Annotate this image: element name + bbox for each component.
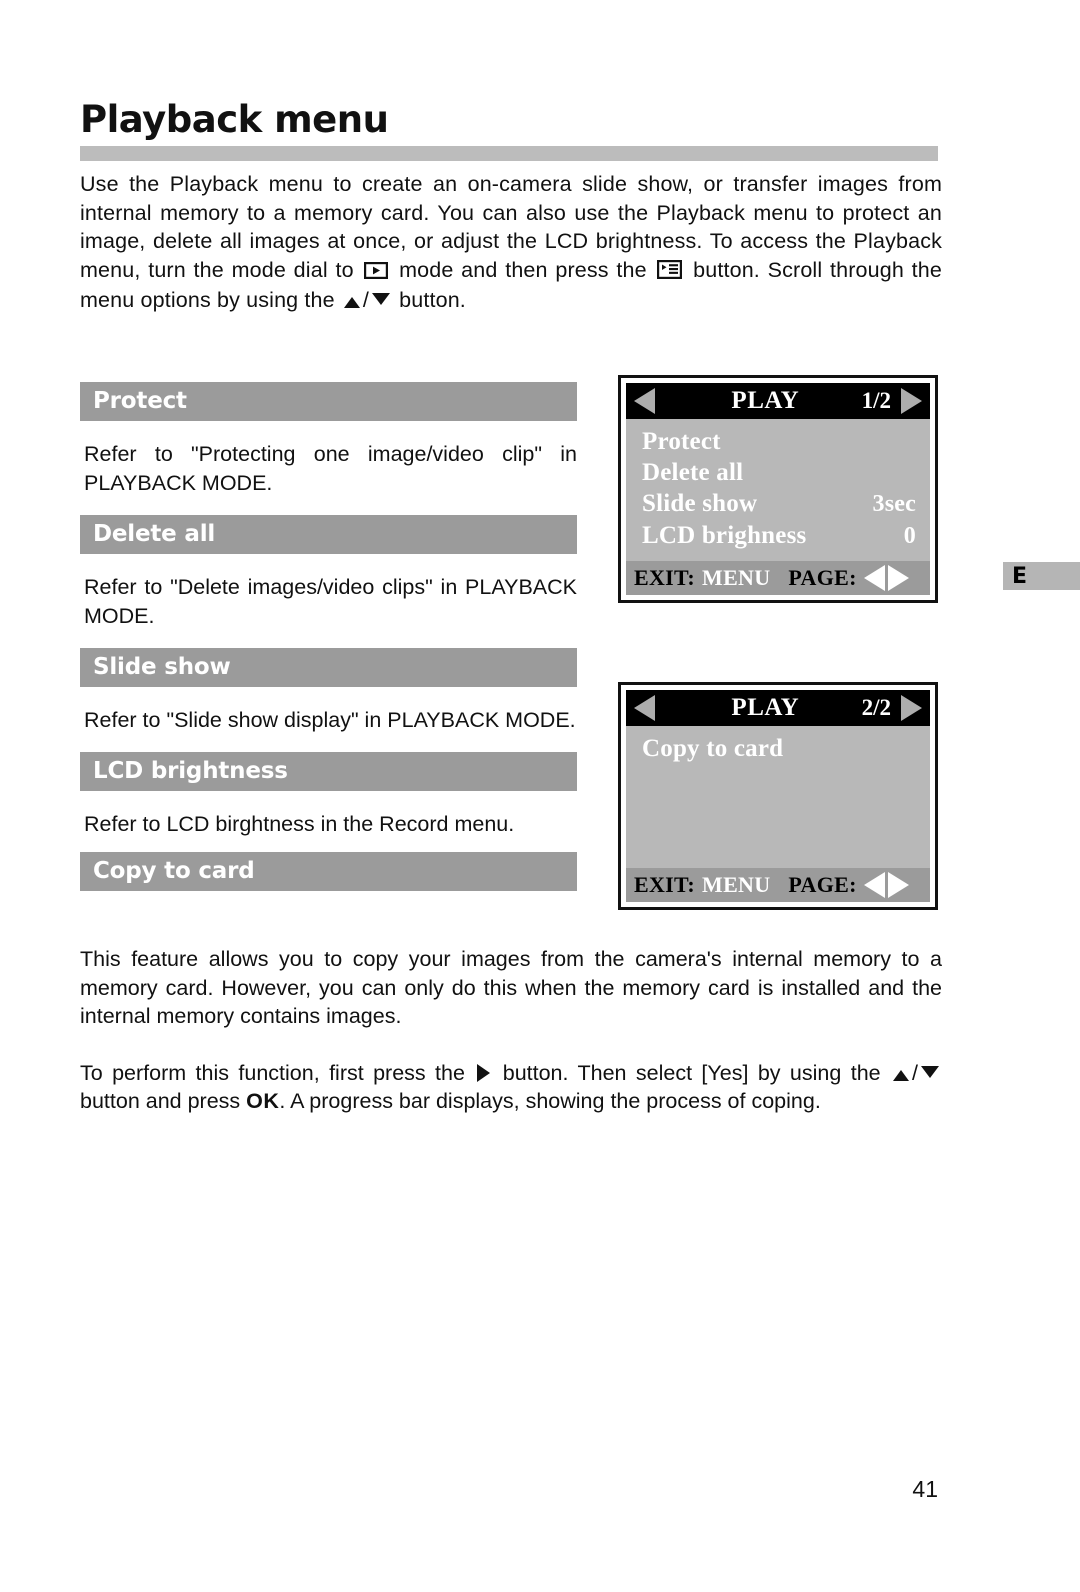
lcd-inner-1: PLAY 1/2 Protect Delete all Slide show 3… bbox=[626, 383, 930, 595]
bottom-text-part3: / bbox=[912, 1060, 918, 1085]
lcd-page-indicator-1: 1/2 bbox=[861, 388, 891, 413]
lcd-menu-list-2: Copy to card bbox=[626, 726, 930, 868]
lcd-menu-item-empty-2-label bbox=[642, 795, 648, 826]
lcd-menu-item-empty-3-label bbox=[642, 826, 648, 857]
lcd-exit-value-2: MENU bbox=[702, 872, 771, 897]
lcd-menu-item-lcd-brightness[interactable]: LCD brighness 0 bbox=[642, 520, 916, 552]
page-title: Playback menu bbox=[80, 98, 389, 141]
lcd-footer-prev-arrow-icon[interactable] bbox=[863, 872, 885, 898]
down-arrow-icon bbox=[372, 293, 390, 306]
lcd-menu-item-empty-2 bbox=[642, 795, 916, 826]
ok-button-label: OK bbox=[246, 1089, 280, 1114]
lcd-title-1: PLAY bbox=[731, 387, 800, 414]
lcd-footer-1: EXIT: MENU PAGE: bbox=[626, 561, 930, 595]
lcd-menu-item-empty-1 bbox=[642, 764, 916, 795]
lcd-screenshot-play-1of2: PLAY 1/2 Protect Delete all Slide show 3… bbox=[618, 375, 938, 603]
copy-to-card-paragraph-2: To perform this function, first press th… bbox=[80, 1059, 942, 1116]
lcd-menu-item-slide-show-label: Slide show bbox=[642, 490, 758, 517]
lcd-menu-item-lcd-brightness-label: LCD brighness bbox=[642, 522, 807, 549]
section-body-protect-text: Refer to "Protecting one image/video cli… bbox=[84, 442, 577, 495]
intro-paragraph: Use the Playback menu to create an on-ca… bbox=[80, 170, 942, 315]
lcd-menu-item-protect-label: Protect bbox=[642, 428, 721, 455]
up-arrow-icon bbox=[893, 1069, 909, 1081]
section-body-lcd-brightness-text: Refer to LCD birghtness in the Record me… bbox=[84, 812, 515, 836]
bottom-text-part4: button and press bbox=[80, 1089, 241, 1114]
title-block: Playback menu bbox=[80, 98, 938, 161]
section-body-delete-all: Refer to "Delete images/video clips" in … bbox=[80, 554, 577, 648]
lcd-menu-item-copy-to-card-label: Copy to card bbox=[642, 735, 784, 762]
lcd-inner-2: PLAY 2/2 Copy to card EXIT: MENU PAGE: bbox=[626, 690, 930, 902]
section-header-slide-show: Slide show bbox=[80, 648, 577, 687]
lcd-page-label-1: PAGE: bbox=[788, 565, 857, 590]
intro-text-part4: / bbox=[362, 288, 369, 313]
lcd-menu-item-delete-all-label: Delete all bbox=[642, 459, 744, 486]
section-body-slide-show-text: Refer to "Slide show display" in PLAYBAC… bbox=[84, 708, 576, 732]
edge-tab-language-marker: E bbox=[1003, 562, 1080, 590]
down-arrow-icon bbox=[920, 1065, 939, 1078]
lcd-menu-item-slide-show-value: 3sec bbox=[872, 491, 916, 517]
lcd-page-indicator-2: 2/2 bbox=[861, 695, 891, 720]
lcd-next-page-arrow-icon[interactable] bbox=[901, 695, 922, 721]
lcd-title-2: PLAY bbox=[731, 694, 800, 721]
lcd-menu-item-slide-show[interactable]: Slide show 3sec bbox=[642, 488, 916, 520]
lcd-page-label-2: PAGE: bbox=[788, 872, 857, 897]
lcd-exit-label-1: EXIT: bbox=[634, 565, 695, 590]
lcd-menu-item-delete-all[interactable]: Delete all bbox=[642, 457, 916, 488]
intro-text-part2: mode and then press the bbox=[399, 257, 647, 282]
lcd-exit-value-1: MENU bbox=[702, 565, 771, 590]
lcd-footer-prev-arrow-icon[interactable] bbox=[863, 565, 885, 591]
lcd-topbar-2: PLAY 2/2 bbox=[626, 690, 930, 726]
section-header-protect: Protect bbox=[80, 382, 577, 421]
lcd-prev-page-arrow-icon[interactable] bbox=[634, 695, 655, 721]
title-underline-rule bbox=[80, 145, 938, 161]
copy-to-card-description: This feature allows you to copy your ima… bbox=[80, 945, 942, 1116]
bottom-text-part5: . A progress bar displays, showing the p… bbox=[279, 1089, 821, 1114]
sections-column: Protect Refer to "Protecting one image/v… bbox=[80, 382, 577, 891]
lcd-menu-item-empty-3 bbox=[642, 826, 916, 857]
bottom-text-part2: button. Then select [Yes] by using the bbox=[502, 1060, 881, 1085]
section-body-protect: Refer to "Protecting one image/video cli… bbox=[80, 421, 577, 515]
playback-mode-icon bbox=[364, 258, 389, 287]
lcd-topbar-1: PLAY 1/2 bbox=[626, 383, 930, 419]
document-page: Playback menu Use the Playback menu to c… bbox=[0, 0, 1080, 1592]
section-header-lcd-brightness: LCD brightness bbox=[80, 752, 577, 791]
section-body-lcd-brightness: Refer to LCD birghtness in the Record me… bbox=[80, 791, 577, 852]
page-number: 41 bbox=[912, 1476, 938, 1502]
intro-text-part5: button. bbox=[399, 288, 466, 313]
up-arrow-icon bbox=[343, 297, 360, 309]
section-header-delete-all: Delete all bbox=[80, 515, 577, 554]
lcd-menu-item-empty-1-label bbox=[642, 764, 648, 795]
section-body-delete-all-text: Refer to "Delete images/video clips" in … bbox=[84, 575, 577, 628]
lcd-footer-next-arrow-icon[interactable] bbox=[887, 872, 909, 898]
lcd-footer-next-arrow-icon[interactable] bbox=[887, 565, 909, 591]
lcd-prev-page-arrow-icon[interactable] bbox=[634, 388, 655, 414]
lcd-menu-item-lcd-brightness-value: 0 bbox=[903, 523, 916, 549]
lcd-menu-list-1: Protect Delete all Slide show 3sec LCD b… bbox=[626, 419, 930, 561]
lcd-exit-label-2: EXIT: bbox=[634, 872, 695, 897]
lcd-screenshot-play-2of2: PLAY 2/2 Copy to card EXIT: MENU PAGE: bbox=[618, 682, 938, 910]
lcd-footer-2: EXIT: MENU PAGE: bbox=[626, 868, 930, 902]
copy-to-card-paragraph-1: This feature allows you to copy your ima… bbox=[80, 947, 942, 1029]
lcd-menu-item-protect[interactable]: Protect bbox=[642, 426, 916, 457]
menu-icon bbox=[657, 258, 683, 287]
section-header-copy-to-card: Copy to card bbox=[80, 852, 577, 891]
section-body-slide-show: Refer to "Slide show display" in PLAYBAC… bbox=[80, 687, 577, 752]
right-arrow-icon bbox=[477, 1063, 491, 1082]
lcd-next-page-arrow-icon[interactable] bbox=[901, 388, 922, 414]
bottom-text-part1: To perform this function, first press th… bbox=[80, 1060, 465, 1085]
lcd-menu-item-copy-to-card[interactable]: Copy to card bbox=[642, 733, 916, 764]
